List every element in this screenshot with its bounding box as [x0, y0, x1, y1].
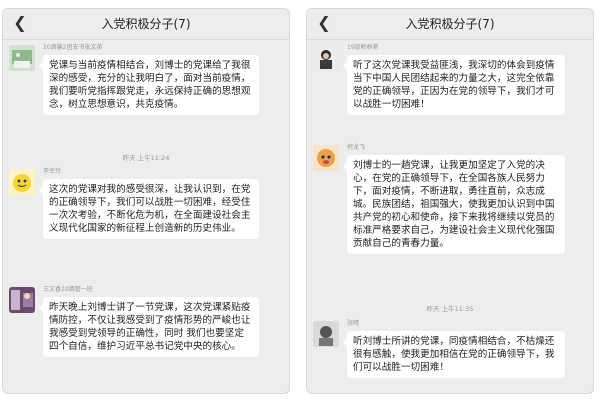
message-bubble[interactable]: 党课与当前疫情相结合，刘博士的党课给了我很深的感受，充分的让我明白了，面对当前疫…	[39, 55, 259, 115]
sender-name: 柯龙飞	[347, 144, 366, 151]
message-bubble[interactable]: 听刘博士所讲的党课，同疫情相结合，不枯燥还很有感触，使我更加相信在党的正确领导下…	[343, 331, 565, 378]
message-bubble[interactable]: 听了这次党课我受益匪浅，我深切的体会到疫情当下中国人民团结起来的力量之大，这完全…	[343, 55, 565, 115]
message: 20酒馨2团支书张文英 党课与当前疫情相结合，刘博士的党课给了我很深的感受，充分…	[9, 44, 283, 141]
chat-title: 入党积极分子(7)	[101, 17, 191, 31]
avatar[interactable]	[9, 45, 35, 71]
sender-name: 李幸玲	[43, 168, 62, 175]
sender-name: 20酒馨2团支书张文英	[43, 44, 103, 51]
timestamp: 昨天 上午11:24	[122, 154, 170, 162]
avatar[interactable]	[313, 145, 339, 171]
chat-header: ❮ 入党积极分子(7)	[3, 9, 289, 40]
message: 张晴 听刘博士所讲的党课，同疫情相结合，不枯燥还很有感触，使我更加相信在党的正确…	[313, 320, 587, 391]
message-bubble[interactable]: 刘博士的一趟党课，让我更加坚定了入党的决心，在党的正确领导下，在全国各族人民努力…	[343, 155, 565, 254]
message-bubble[interactable]: 这次的党课对我的感受很深，让我认识到，在党的正确领导下，我们可以战胜一切困难，经…	[39, 179, 259, 239]
avatar[interactable]	[9, 169, 35, 195]
message: 王文香20酒管一班 昨天晚上刘博士讲了一节党课，这次党课紧贴疫情防控，不仅让我感…	[9, 286, 283, 393]
sender-name: 王文香20酒管一班	[43, 286, 93, 293]
chat-title: 入党积极分子(7)	[405, 17, 495, 31]
timestamp: 昨天 上午11:35	[426, 305, 474, 313]
chat-window-left: ❮ 入党积极分子(7) 20酒馨2团支书张文英 党课与当前疫情相结合，刘博士的党…	[2, 8, 290, 394]
sender-name: 19旅韩林艳	[347, 44, 379, 51]
avatar[interactable]	[313, 45, 339, 71]
message: 柯龙飞 刘博士的一趟党课，让我更加坚定了入党的决心，在党的正确领导下，在全国各族…	[313, 144, 587, 297]
sender-name: 张晴	[347, 320, 360, 327]
message-bubble[interactable]: 昨天晚上刘博士讲了一节党课，这次党课紧贴疫情防控，不仅让我感受到了疫情形势的严峻…	[39, 297, 259, 357]
chat-window-right: ❮ 入党积极分子(7) 19旅韩林艳 听了这次党课我受益匪浅，我深切的体会到疫情…	[306, 8, 594, 394]
chat-header: ❮ 入党积极分子(7)	[307, 9, 593, 40]
message: 李幸玲 这次的党课对我的感受很深，让我认识到，在党的正确领导下，我们可以战胜一切…	[9, 168, 283, 279]
avatar[interactable]	[313, 321, 339, 347]
avatar[interactable]	[9, 287, 35, 313]
message: 19旅韩林艳 听了这次党课我受益匪浅，我深切的体会到疫情当下中国人民团结起来的力…	[313, 44, 587, 135]
